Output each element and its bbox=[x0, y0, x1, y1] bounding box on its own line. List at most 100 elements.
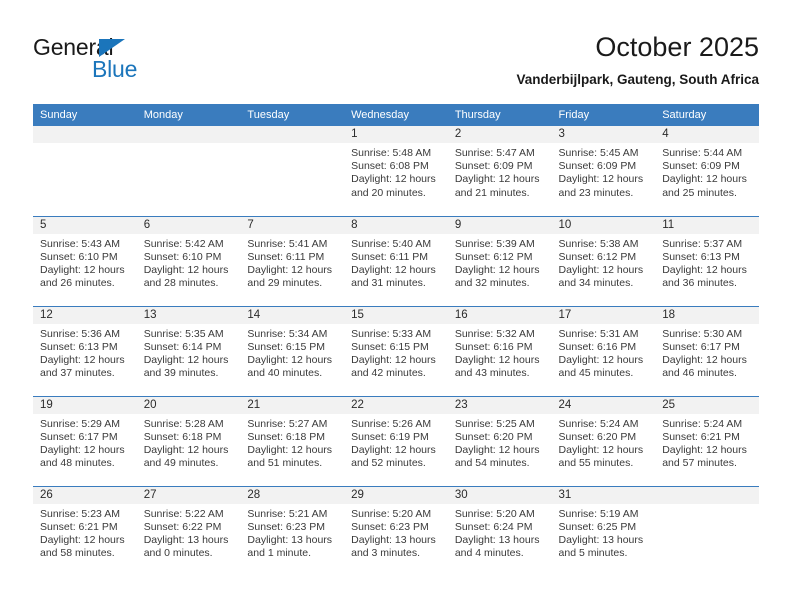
weekday-header-tuesday: Tuesday bbox=[240, 104, 345, 126]
calendar-day-cell[interactable]: 8 Sunrise: 5:40 AM Sunset: 6:11 PM Daylight… bbox=[344, 215, 448, 306]
sunset-text: Sunset: 6:23 PM bbox=[247, 520, 326, 533]
calendar-day-cell[interactable]: 1 Sunrise: 5:48 AM Sunset: 6:08 PM Daylight… bbox=[344, 126, 448, 216]
weekday-header-saturday: Saturday bbox=[655, 104, 759, 126]
day-details: Sunrise: 5:41 AM Sunset: 6:11 PM Daylight:… bbox=[240, 234, 344, 291]
calendar-day-cell[interactable]: 2 Sunrise: 5:47 AM Sunset: 6:09 PM Daylight… bbox=[447, 126, 552, 216]
daylight-text-line2: and 48 minutes. bbox=[40, 457, 115, 470]
day-number: 23 bbox=[447, 396, 552, 414]
calendar-day-cell[interactable]: 30 Sunrise: 5:20 AM Sunset: 6:24 PM Dayligh… bbox=[447, 485, 552, 576]
daylight-text-line2: and 21 minutes. bbox=[454, 186, 530, 199]
calendar-day-cell[interactable]: 16 Sunrise: 5:32 AM Sunset: 6:16 PM Dayligh… bbox=[447, 305, 552, 396]
day-number: 16 bbox=[447, 306, 552, 324]
day-details: Sunrise: 5:42 AM Sunset: 6:10 PM Daylight:… bbox=[137, 234, 241, 291]
sunrise-text: Sunrise: 5:48 AM bbox=[351, 147, 432, 159]
calendar-day-cell[interactable]: 14 Sunrise: 5:34 AM Sunset: 6:15 PM Dayligh… bbox=[240, 305, 345, 396]
brand-triangle-icon bbox=[99, 39, 125, 57]
daylight-text-line2: and 28 minutes. bbox=[143, 277, 219, 290]
day-details: Sunrise: 5:22 AM Sunset: 6:22 PM Daylight:… bbox=[137, 504, 241, 561]
calendar-day-cell[interactable]: 12 Sunrise: 5:36 AM Sunset: 6:13 PM Dayligh… bbox=[33, 305, 137, 396]
calendar-day-cell[interactable]: 3 Sunrise: 5:45 AM Sunset: 6:09 PM Daylight… bbox=[551, 126, 656, 216]
sunrise-text: Sunrise: 5:26 AM bbox=[351, 417, 432, 430]
sunset-text: Sunset: 6:12 PM bbox=[558, 250, 637, 263]
calendar-day-cell[interactable]: 26 Sunrise: 5:23 AM Sunset: 6:21 PM Dayligh… bbox=[33, 485, 137, 576]
calendar-day-cell[interactable]: 29 Sunrise: 5:20 AM Sunset: 6:23 PM Dayligh… bbox=[344, 485, 448, 576]
calendar-day-cell[interactable]: 5 Sunrise: 5:43 AM Sunset: 6:10 PM Daylight… bbox=[33, 215, 137, 306]
day-number: 2 bbox=[447, 126, 552, 143]
calendar-day-cell[interactable]: 18 Sunrise: 5:30 AM Sunset: 6:17 PM Dayligh… bbox=[655, 305, 759, 396]
day-number: 29 bbox=[344, 486, 448, 504]
day-details: Sunrise: 5:44 AM Sunset: 6:09 PM Daylight:… bbox=[655, 143, 759, 200]
daylight-text-line1: Daylight: 12 hours bbox=[558, 173, 644, 186]
sunset-text: Sunset: 6:16 PM bbox=[454, 340, 533, 353]
page-subtitle: Vanderbijlpark, Gauteng, South Africa bbox=[516, 72, 759, 87]
day-details: Sunrise: 5:47 AM Sunset: 6:09 PM Daylight:… bbox=[448, 143, 552, 200]
daylight-text-line2: and 57 minutes. bbox=[662, 457, 737, 470]
calendar-day-cell[interactable]: 22 Sunrise: 5:26 AM Sunset: 6:19 PM Dayligh… bbox=[344, 395, 448, 486]
calendar-day-cell[interactable]: 20 Sunrise: 5:28 AM Sunset: 6:18 PM Dayligh… bbox=[136, 395, 241, 486]
day-details: Sunrise: 5:27 AM Sunset: 6:18 PM Daylight:… bbox=[240, 414, 344, 471]
calendar-day-cell[interactable]: 23 Sunrise: 5:25 AM Sunset: 6:20 PM Dayligh… bbox=[447, 395, 552, 486]
daylight-text-line2: and 39 minutes. bbox=[143, 367, 219, 380]
day-details: Sunrise: 5:34 AM Sunset: 6:15 PM Daylight:… bbox=[240, 324, 344, 381]
sunset-text: Sunset: 6:21 PM bbox=[662, 430, 740, 443]
calendar-day-cell[interactable]: 15 Sunrise: 5:33 AM Sunset: 6:15 PM Dayligh… bbox=[344, 305, 448, 396]
sunrise-text: Sunrise: 5:36 AM bbox=[40, 327, 120, 340]
calendar-day-cell[interactable]: 28 Sunrise: 5:21 AM Sunset: 6:23 PM Dayligh… bbox=[240, 485, 345, 576]
day-details: Sunrise: 5:24 AM Sunset: 6:20 PM Daylight:… bbox=[552, 414, 656, 471]
weekday-header-wednesday: Wednesday bbox=[344, 104, 448, 126]
sunrise-text: Sunrise: 5:20 AM bbox=[454, 507, 535, 520]
daylight-text-line1: Daylight: 12 hours bbox=[558, 263, 644, 276]
sunrise-text: Sunrise: 5:30 AM bbox=[662, 327, 743, 340]
calendar-day-cell[interactable]: 21 Sunrise: 5:27 AM Sunset: 6:18 PM Dayligh… bbox=[240, 395, 345, 486]
day-details: Sunrise: 5:39 AM Sunset: 6:12 PM Daylight:… bbox=[448, 234, 552, 291]
calendar-day-cell-empty bbox=[240, 126, 345, 216]
brand-logo[interactable]: General Blue bbox=[33, 34, 233, 90]
day-details: Sunrise: 5:29 AM Sunset: 6:17 PM Daylight:… bbox=[33, 414, 137, 471]
daylight-text-line1: Daylight: 12 hours bbox=[454, 443, 540, 456]
calendar-day-cell[interactable]: 31 Sunrise: 5:19 AM Sunset: 6:25 PM Dayligh… bbox=[551, 485, 656, 576]
calendar-week-row: 5 Sunrise: 5:43 AM Sunset: 6:10 PM Daylight… bbox=[33, 215, 759, 306]
sunrise-text: Sunrise: 5:39 AM bbox=[454, 237, 535, 250]
day-details: Sunrise: 5:20 AM Sunset: 6:24 PM Daylight:… bbox=[448, 504, 552, 561]
day-number: 28 bbox=[240, 486, 345, 504]
day-details: Sunrise: 5:28 AM Sunset: 6:18 PM Daylight:… bbox=[137, 414, 241, 471]
sunset-text: Sunset: 6:16 PM bbox=[558, 340, 637, 353]
day-details: Sunrise: 5:45 AM Sunset: 6:09 PM Daylight:… bbox=[552, 143, 656, 200]
sunset-text: Sunset: 6:17 PM bbox=[40, 430, 118, 443]
daylight-text-line2: and 49 minutes. bbox=[143, 457, 219, 470]
daylight-text-line1: Daylight: 13 hours bbox=[558, 533, 644, 546]
sunset-text: Sunset: 6:20 PM bbox=[454, 430, 533, 443]
day-number bbox=[240, 126, 345, 143]
day-details: Sunrise: 5:23 AM Sunset: 6:21 PM Daylight:… bbox=[33, 504, 137, 561]
sunset-text: Sunset: 6:21 PM bbox=[40, 520, 118, 533]
sunset-text: Sunset: 6:10 PM bbox=[40, 250, 118, 263]
daylight-text-line1: Daylight: 12 hours bbox=[662, 443, 747, 456]
day-details: Sunrise: 5:24 AM Sunset: 6:21 PM Daylight:… bbox=[655, 414, 759, 471]
calendar-day-cell[interactable]: 6 Sunrise: 5:42 AM Sunset: 6:10 PM Daylight… bbox=[136, 215, 241, 306]
sunrise-text: Sunrise: 5:22 AM bbox=[143, 507, 224, 520]
sunrise-text: Sunrise: 5:45 AM bbox=[558, 147, 639, 159]
calendar-day-cell[interactable]: 10 Sunrise: 5:38 AM Sunset: 6:12 PM Dayligh… bbox=[551, 215, 656, 306]
calendar-day-cell[interactable]: 7 Sunrise: 5:41 AM Sunset: 6:11 PM Daylight… bbox=[240, 215, 345, 306]
sunrise-text: Sunrise: 5:24 AM bbox=[558, 417, 639, 430]
calendar-day-cell[interactable]: 4 Sunrise: 5:44 AM Sunset: 6:09 PM Daylight… bbox=[655, 126, 759, 216]
calendar-day-cell-empty bbox=[33, 126, 137, 216]
calendar-day-cell[interactable]: 17 Sunrise: 5:31 AM Sunset: 6:16 PM Dayligh… bbox=[551, 305, 656, 396]
calendar-body: 1 Sunrise: 5:48 AM Sunset: 6:08 PM Daylight… bbox=[33, 126, 759, 576]
day-details: Sunrise: 5:48 AM Sunset: 6:08 PM Daylight:… bbox=[344, 143, 448, 200]
day-details: Sunrise: 5:32 AM Sunset: 6:16 PM Daylight:… bbox=[448, 324, 552, 381]
day-number: 12 bbox=[33, 306, 137, 324]
sunset-text: Sunset: 6:19 PM bbox=[351, 430, 429, 443]
daylight-text-line1: Daylight: 12 hours bbox=[662, 263, 747, 276]
day-number: 14 bbox=[240, 306, 345, 324]
day-number: 13 bbox=[136, 306, 241, 324]
calendar-day-cell[interactable]: 24 Sunrise: 5:24 AM Sunset: 6:20 PM Dayligh… bbox=[551, 395, 656, 486]
calendar-day-cell[interactable]: 13 Sunrise: 5:35 AM Sunset: 6:14 PM Dayligh… bbox=[136, 305, 241, 396]
calendar-day-cell[interactable]: 25 Sunrise: 5:24 AM Sunset: 6:21 PM Dayligh… bbox=[655, 395, 759, 486]
day-number: 6 bbox=[136, 216, 241, 234]
calendar-day-cell[interactable]: 9 Sunrise: 5:39 AM Sunset: 6:12 PM Daylight… bbox=[447, 215, 552, 306]
calendar-day-cell[interactable]: 27 Sunrise: 5:22 AM Sunset: 6:22 PM Dayligh… bbox=[136, 485, 241, 576]
calendar-day-cell[interactable]: 19 Sunrise: 5:29 AM Sunset: 6:17 PM Dayligh… bbox=[33, 395, 137, 486]
calendar-day-cell[interactable]: 11 Sunrise: 5:37 AM Sunset: 6:13 PM Dayligh… bbox=[655, 215, 759, 306]
daylight-text-line1: Daylight: 13 hours bbox=[454, 533, 540, 546]
